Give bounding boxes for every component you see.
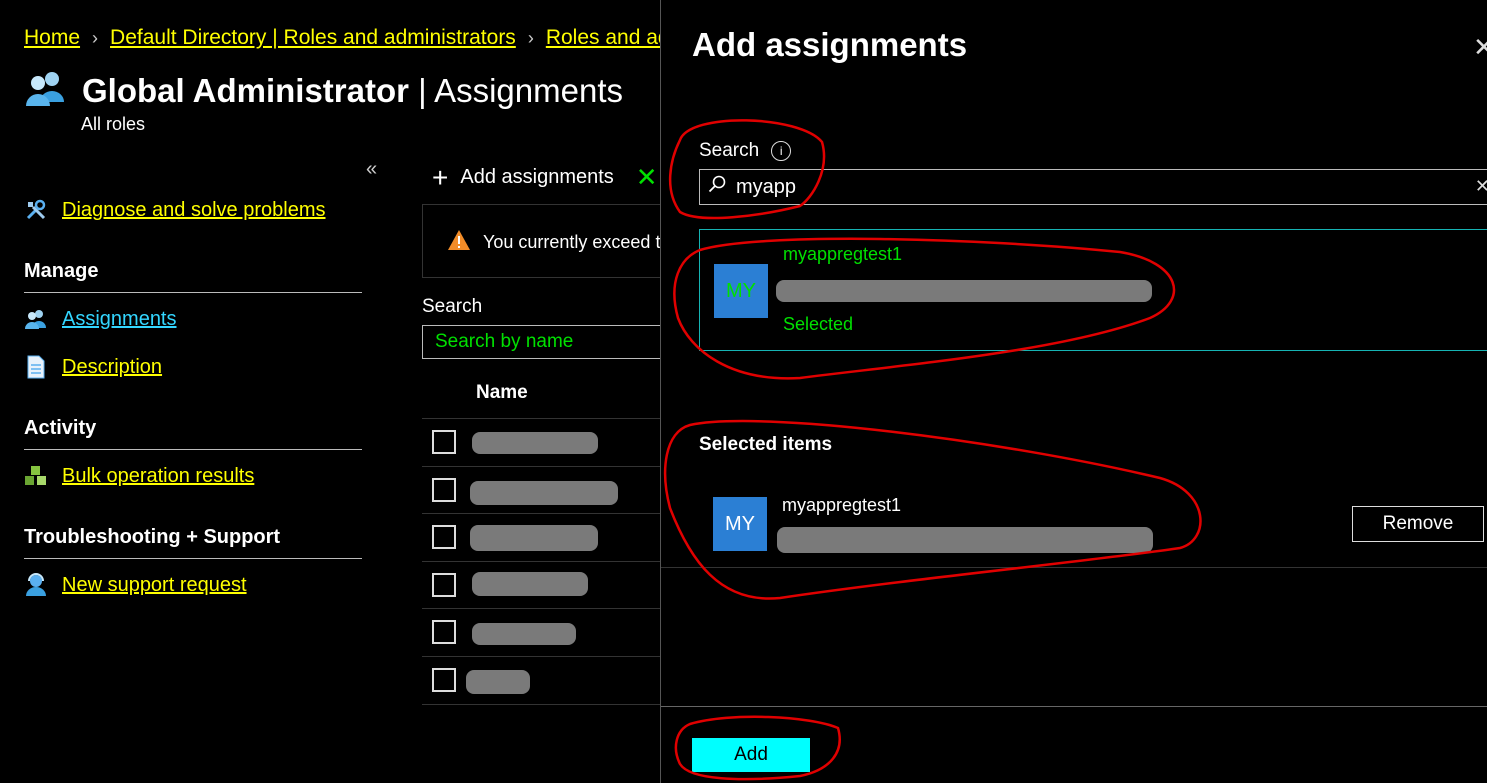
grid-search-input[interactable]: Search by name xyxy=(422,325,660,359)
row-divider xyxy=(422,418,660,419)
chevron-right-icon: › xyxy=(92,27,99,48)
sidebar-item-assignments[interactable]: Assignments xyxy=(24,307,177,331)
row-checkbox[interactable] xyxy=(432,668,456,692)
redacted-detail xyxy=(776,280,1152,302)
document-icon xyxy=(24,355,48,379)
panel-title: Add assignments xyxy=(692,26,968,63)
info-icon[interactable]: i xyxy=(771,141,792,161)
clear-search-icon[interactable]: ✕ xyxy=(1475,176,1487,197)
search-result-card[interactable]: MY myappregtest1 Selected xyxy=(699,229,1487,351)
page-subtitle: All roles xyxy=(81,114,146,134)
redacted-name xyxy=(472,623,576,645)
breadcrumb-home[interactable]: Home xyxy=(24,26,80,50)
cubes-icon xyxy=(24,464,48,488)
page-title-section: Assignments xyxy=(434,71,623,109)
remove-button[interactable]: Remove xyxy=(1352,506,1484,542)
support-person-icon xyxy=(24,573,48,597)
breadcrumb: Home › Default Directory | Roles and adm… xyxy=(24,26,670,50)
breadcrumb-roles[interactable]: Default Directory | Roles and administra… xyxy=(110,26,516,50)
sidebar-item-diagnose[interactable]: Diagnose and solve problems xyxy=(24,198,326,222)
sidebar-item-label: Description xyxy=(62,355,163,378)
row-checkbox[interactable] xyxy=(432,525,456,549)
sidebar-item-support[interactable]: New support request xyxy=(24,573,247,597)
row-checkbox[interactable] xyxy=(432,478,456,502)
row-checkbox[interactable] xyxy=(432,620,456,644)
plus-icon: + xyxy=(432,161,449,193)
redacted-name xyxy=(466,670,530,694)
page-title-role: Global Administrator xyxy=(82,71,409,109)
add-assignments-panel: Add assignments ✕ Search i myapp ✕ MY my… xyxy=(660,0,1487,783)
row-divider xyxy=(422,704,660,705)
redacted-name xyxy=(470,481,618,505)
breadcrumb-roles-truncated[interactable]: Roles and ad xyxy=(546,26,670,50)
panel-search-label: Search i xyxy=(699,140,792,162)
avatar: MY xyxy=(714,264,768,318)
section-troubleshooting: Troubleshooting + Support xyxy=(24,526,281,548)
wrench-icon xyxy=(24,198,48,222)
row-divider xyxy=(422,656,660,657)
sidebar-item-label: New support request xyxy=(62,573,247,596)
add-assignments-command[interactable]: + Add assignments ✕ xyxy=(432,162,658,193)
divider xyxy=(24,292,362,293)
add-assignments-label: Add assignments xyxy=(460,166,614,188)
section-manage: Manage xyxy=(24,260,99,282)
page-title: Global Administrator | Assignments xyxy=(82,72,623,110)
sidebar-item-label: Assignments xyxy=(62,307,177,330)
users-icon xyxy=(24,307,48,331)
divider xyxy=(24,449,362,450)
add-button[interactable]: Add xyxy=(692,738,810,772)
panel-search-input[interactable]: myapp ✕ xyxy=(699,169,1487,205)
search-icon xyxy=(708,175,726,199)
chevron-right-icon: › xyxy=(527,27,534,48)
name-column-header[interactable]: Name xyxy=(476,382,528,404)
row-checkbox[interactable] xyxy=(432,573,456,597)
redacted-name xyxy=(470,525,598,551)
sidebar-item-bulk-operations[interactable]: Bulk operation results xyxy=(24,464,254,488)
grid-search-label: Search xyxy=(422,296,483,317)
sidebar-item-label: Diagnose and solve problems xyxy=(62,198,326,221)
warning-banner: You currently exceed th xyxy=(422,204,670,278)
avatar: MY xyxy=(713,497,767,551)
role-users-icon xyxy=(24,68,68,113)
redacted-name xyxy=(472,572,588,596)
page-header: Global Administrator | Assignments xyxy=(24,68,623,113)
sidebar-item-label: Bulk operation results xyxy=(62,464,255,487)
collapse-sidebar-icon[interactable]: « xyxy=(366,158,377,181)
selected-item-name: myappregtest1 xyxy=(782,495,902,515)
row-divider xyxy=(422,561,660,562)
redacted-name xyxy=(472,432,598,454)
row-checkbox[interactable] xyxy=(432,430,456,454)
result-name: myappregtest1 xyxy=(783,244,903,264)
sidebar-item-description[interactable]: Description xyxy=(24,355,162,379)
row-divider xyxy=(422,608,660,609)
remove-x-icon[interactable]: ✕ xyxy=(636,162,658,193)
warning-text: You currently exceed th xyxy=(483,232,671,252)
section-activity: Activity xyxy=(24,417,97,439)
row-divider xyxy=(422,513,660,514)
panel-search-label-text: Search xyxy=(699,140,760,161)
close-icon[interactable]: ✕ xyxy=(1473,32,1487,63)
selected-items-header: Selected items xyxy=(699,434,833,455)
redacted-detail xyxy=(777,527,1153,553)
panel-search-value: myapp xyxy=(736,175,797,198)
divider xyxy=(661,567,1487,568)
warning-icon xyxy=(447,229,471,256)
page-title-separator: | xyxy=(408,71,435,109)
row-divider xyxy=(422,466,660,467)
result-status: Selected xyxy=(783,314,854,334)
divider xyxy=(24,558,362,559)
panel-footer-divider xyxy=(661,706,1487,707)
